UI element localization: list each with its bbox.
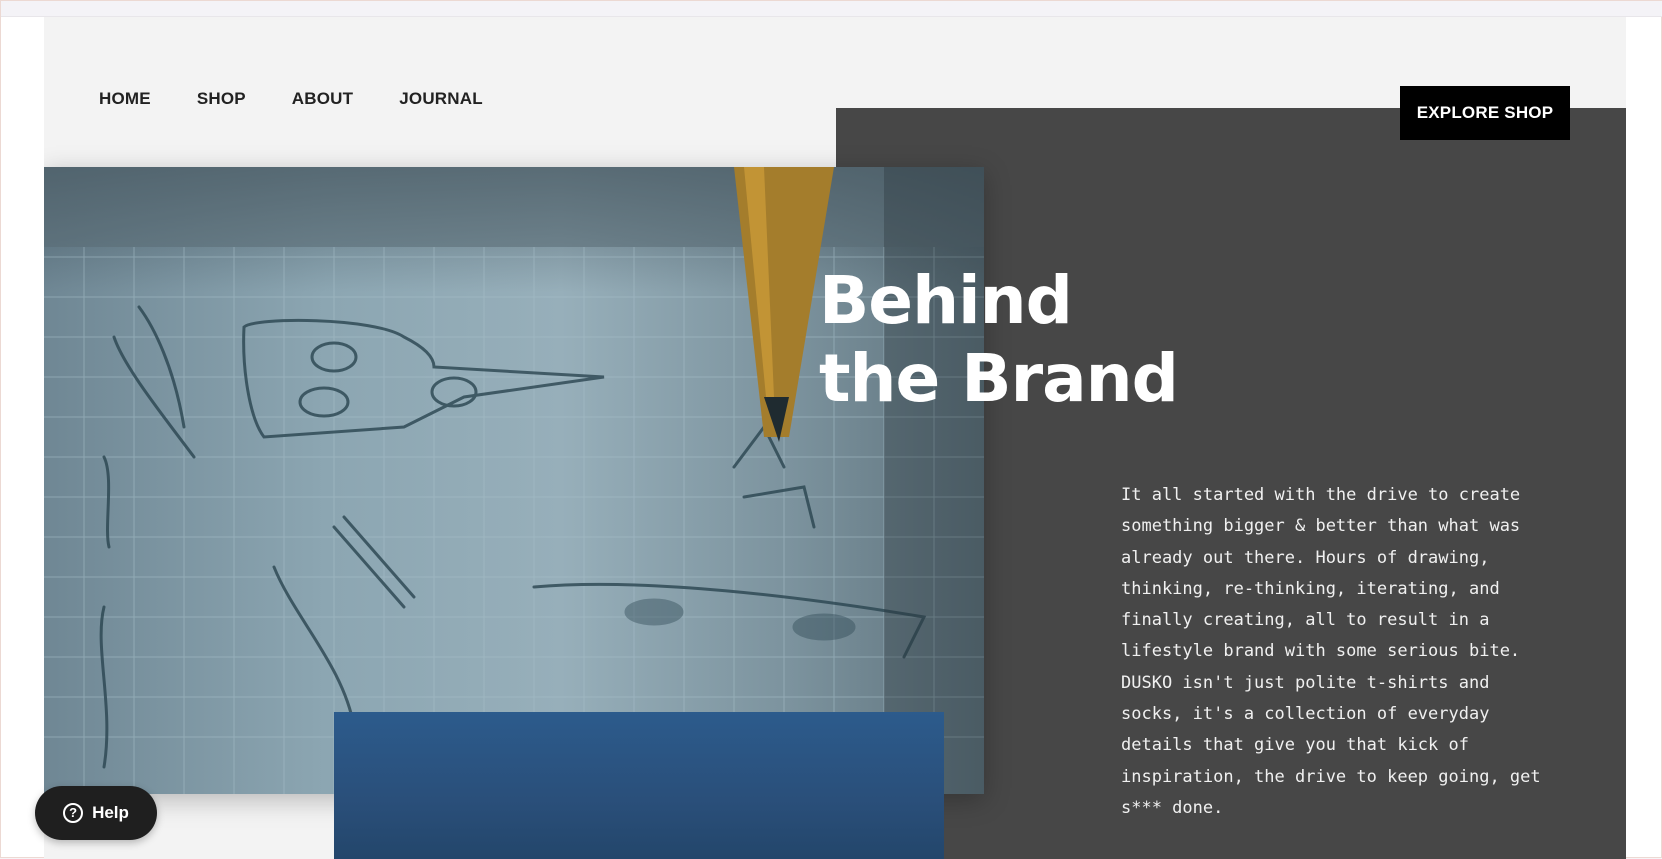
question-circle-icon: ? <box>63 803 84 823</box>
title-line-2: the Brand <box>819 340 1179 417</box>
page: HOME SHOP ABOUT JOURNAL EXPLORE SHOP Beh… <box>44 17 1626 859</box>
nav-item-home[interactable]: HOME <box>99 89 151 109</box>
top-band <box>1 1 1662 17</box>
brand-story-text: It all started with the drive to create … <box>1121 485 1541 818</box>
main-nav: HOME SHOP ABOUT JOURNAL <box>99 89 529 109</box>
nav-item-shop[interactable]: SHOP <box>197 89 246 109</box>
title-line-1: Behind <box>819 262 1073 339</box>
blue-photo-block <box>334 712 944 859</box>
nav-item-about[interactable]: ABOUT <box>292 89 353 109</box>
page-title: Behind the Brand <box>819 262 1179 418</box>
explore-shop-button[interactable]: EXPLORE SHOP <box>1400 86 1570 140</box>
help-label: Help <box>92 803 129 822</box>
nav-item-journal[interactable]: JOURNAL <box>399 89 483 109</box>
browser-frame: HOME SHOP ABOUT JOURNAL EXPLORE SHOP Beh… <box>0 0 1662 859</box>
help-button[interactable]: ? Help <box>35 786 157 840</box>
